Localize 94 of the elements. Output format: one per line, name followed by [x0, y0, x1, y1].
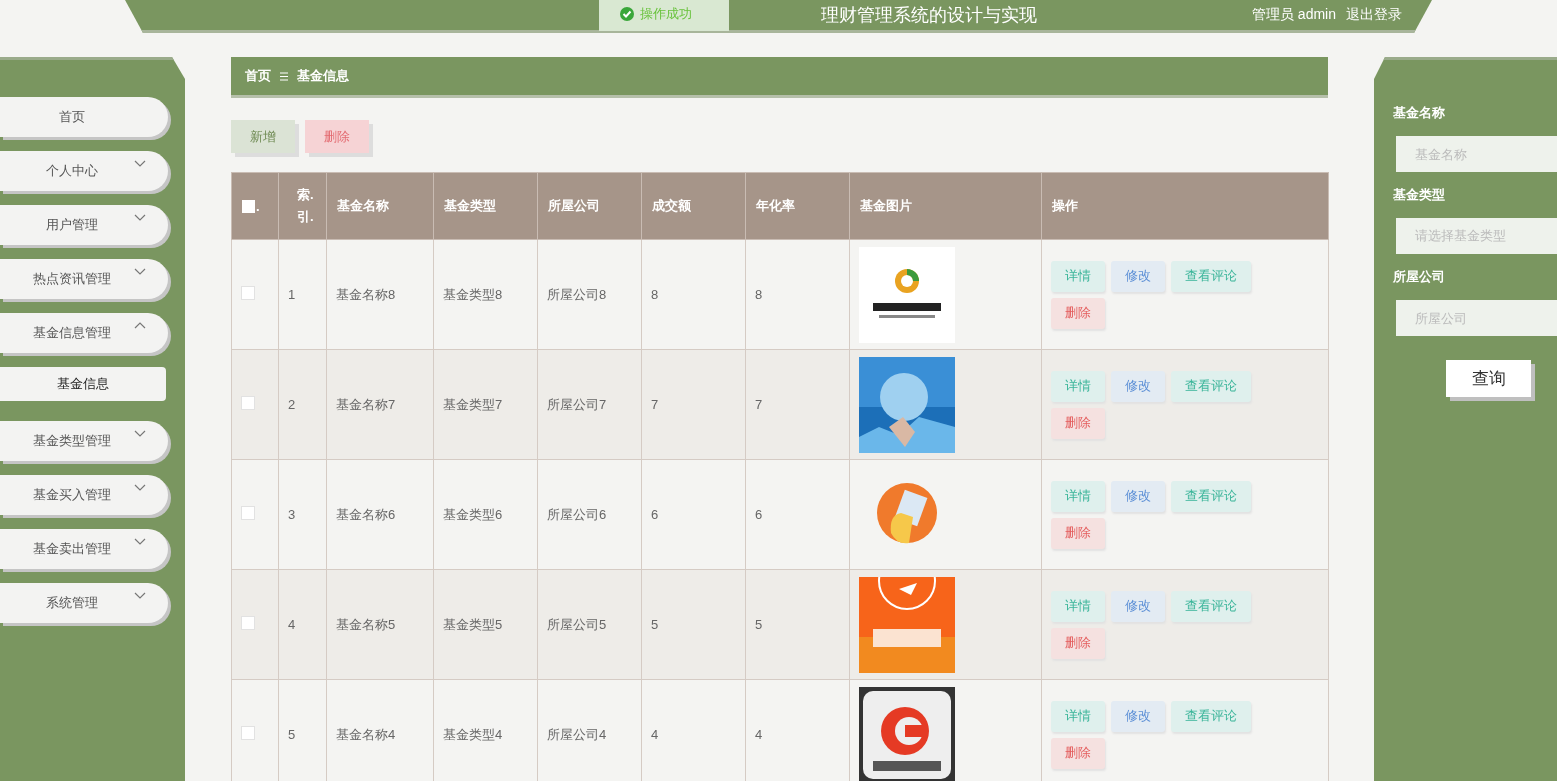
column-header: 年化率	[745, 172, 850, 240]
table-cell: 基金名称7	[326, 349, 434, 460]
delete-button[interactable]: 删除	[1051, 407, 1105, 439]
chevron-down-icon	[134, 484, 146, 491]
table-cell: 4	[641, 679, 746, 781]
menu-item[interactable]: 用户管理	[0, 205, 168, 245]
column-header: 基金图片	[849, 172, 1042, 240]
chevron-up-icon	[134, 322, 146, 329]
table-cell: 8	[745, 239, 850, 350]
comments-button[interactable]: 查看评论	[1171, 590, 1251, 622]
menu-item[interactable]: 首页	[0, 97, 168, 137]
table-cell: 基金类型5	[433, 569, 538, 680]
table-cell: 5	[278, 679, 327, 781]
detail-button[interactable]: 详情	[1051, 480, 1105, 512]
table-cell: 基金名称8	[326, 239, 434, 350]
table-cell: 基金类型4	[433, 679, 538, 781]
table-cell: 基金类型8	[433, 239, 538, 350]
table-cell: 所屋公司7	[537, 349, 642, 460]
table-cell: 所屋公司8	[537, 239, 642, 350]
table-cell: 基金类型6	[433, 459, 538, 570]
table-cell: 1	[278, 239, 327, 350]
field-label: 所屋公司	[1393, 268, 1446, 286]
user-name: 管理员 admin	[1251, 6, 1336, 22]
menu-item[interactable]: 热点资讯管理	[0, 259, 168, 299]
delete-button[interactable]: 删除	[1051, 517, 1105, 549]
delete-button[interactable]: 删除	[1051, 297, 1105, 329]
table-cell: 基金类型7	[433, 349, 538, 460]
menu-item[interactable]: 个人中心	[0, 151, 168, 191]
detail-button[interactable]: 详情	[1051, 590, 1105, 622]
detail-button[interactable]: 详情	[1051, 700, 1105, 732]
table-cell: 4	[745, 679, 850, 781]
detail-button[interactable]: 详情	[1051, 370, 1105, 402]
comments-button[interactable]: 查看评论	[1171, 700, 1251, 732]
table-cell: 5	[641, 569, 746, 680]
edit-button[interactable]: 修改	[1111, 700, 1165, 732]
row-checkbox[interactable]	[241, 286, 255, 300]
table-cell: 8	[641, 239, 746, 350]
table-cell: 3	[278, 459, 327, 570]
table-cell: 5	[745, 569, 850, 680]
table-cell: 2	[278, 349, 327, 460]
table-cell: 基金名称5	[326, 569, 434, 680]
column-header: 成交额	[641, 172, 746, 240]
column-header: 索.引.	[278, 172, 327, 240]
field-label: 基金类型	[1393, 186, 1446, 204]
edit-button[interactable]: 修改	[1111, 480, 1165, 512]
submenu-item[interactable]: 基金信息	[0, 367, 166, 401]
column-header: 基金名称	[326, 172, 434, 240]
table-cell: 所屋公司5	[537, 569, 642, 680]
table-cell: 基金名称4	[326, 679, 434, 781]
select-all-checkbox[interactable]	[242, 199, 255, 213]
chevron-down-icon	[134, 160, 146, 167]
edit-button[interactable]: 修改	[1111, 260, 1165, 292]
edit-button[interactable]: 修改	[1111, 590, 1165, 622]
app-title: 理财管理系统的设计与实现	[820, 4, 1037, 26]
comments-button[interactable]: 查看评论	[1171, 260, 1251, 292]
breadcrumb-link[interactable]: 首页	[245, 67, 271, 85]
menu-item[interactable]: 基金信息管理	[0, 313, 168, 353]
chevron-down-icon	[134, 214, 146, 221]
row-checkbox[interactable]	[241, 506, 255, 520]
table-cell: 基金名称6	[326, 459, 434, 570]
row-checkbox[interactable]	[241, 726, 255, 740]
menu-item[interactable]: 基金买入管理	[0, 475, 168, 515]
logout-link[interactable]: 退出登录	[1346, 6, 1402, 22]
detail-button[interactable]: 详情	[1051, 260, 1105, 292]
toast-message: 操作成功	[640, 6, 692, 22]
table-cell: 7	[745, 349, 850, 460]
delete-button[interactable]: 删除	[1051, 627, 1105, 659]
table-cell: 所屋公司6	[537, 459, 642, 570]
edit-button[interactable]: 修改	[1111, 370, 1165, 402]
breadcrumb-current: 基金信息	[297, 67, 349, 85]
chevron-down-icon	[134, 592, 146, 599]
comments-button[interactable]: 查看评论	[1171, 370, 1251, 402]
table-cell: 6	[745, 459, 850, 570]
column-header: 基金类型	[433, 172, 538, 240]
column-label: .	[256, 198, 260, 214]
row-checkbox[interactable]	[241, 396, 255, 410]
menu-item[interactable]: 基金类型管理	[0, 421, 168, 461]
row-checkbox[interactable]	[241, 616, 255, 630]
menu-item[interactable]: 系统管理	[0, 583, 168, 623]
table-cell: 4	[278, 569, 327, 680]
comments-button[interactable]: 查看评论	[1171, 480, 1251, 512]
chevron-down-icon	[134, 268, 146, 275]
chevron-down-icon	[134, 430, 146, 437]
menu-item[interactable]: 基金卖出管理	[0, 529, 168, 569]
column-header: 操作	[1041, 172, 1329, 240]
separator-icon	[280, 71, 288, 81]
chevron-down-icon	[134, 538, 146, 545]
field-label: 基金名称	[1393, 104, 1446, 122]
table-cell: 所屋公司4	[537, 679, 642, 781]
table-cell: 6	[641, 459, 746, 570]
column-header: 所屋公司	[537, 172, 642, 240]
table-cell: 7	[641, 349, 746, 460]
check-icon	[620, 7, 634, 21]
delete-button[interactable]: 删除	[1051, 737, 1105, 769]
